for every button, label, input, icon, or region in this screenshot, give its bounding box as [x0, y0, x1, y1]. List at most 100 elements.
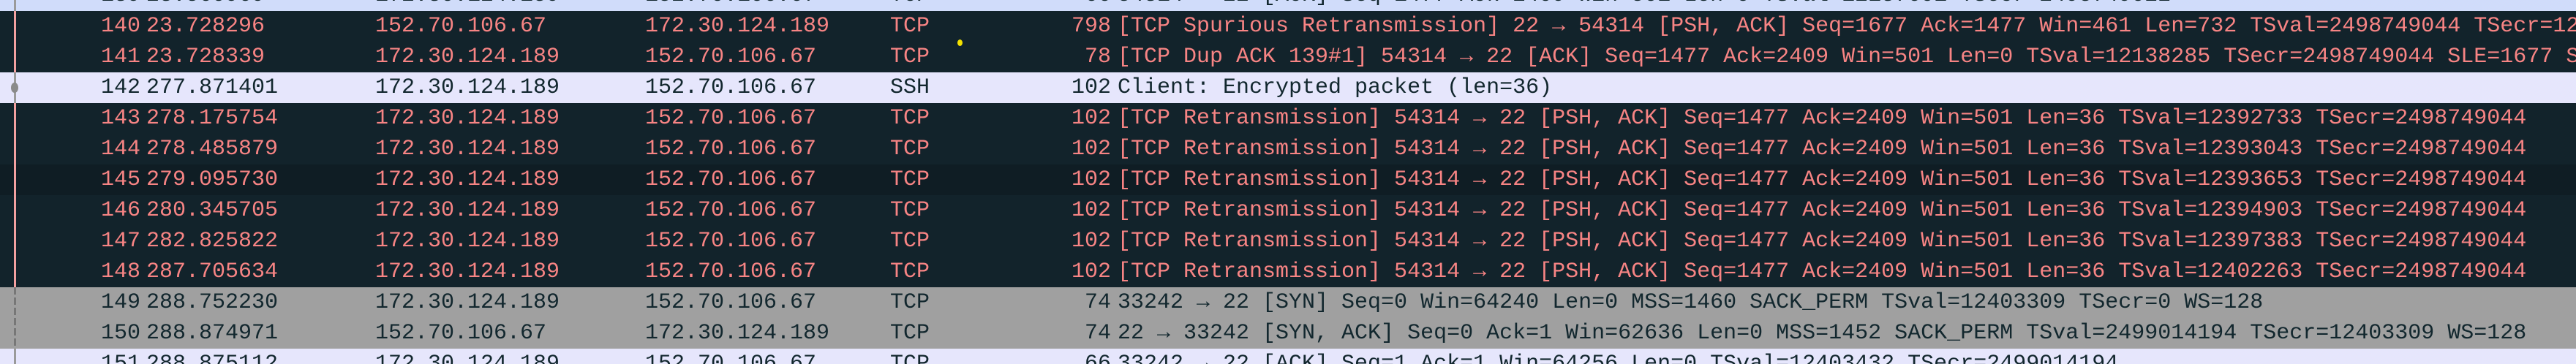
packet-protocol: TCP: [890, 45, 930, 69]
packet-destination: 172.30.124.189: [645, 321, 830, 346]
packet-source: 172.30.124.189: [375, 106, 560, 131]
packet-row[interactable]: 142 277.871401 172.30.124.189 152.70.106.67…: [0, 72, 2576, 103]
packet-protocol: TCP: [890, 259, 930, 284]
related-packet-line: [14, 349, 16, 364]
packet-row[interactable]: 139 23.560969 172.30.124.189 152.70.106.67 T…: [0, 0, 2576, 11]
packet-protocol: TCP: [890, 106, 930, 131]
packet-number: 151: [100, 352, 140, 364]
packet-time: 23.728339: [146, 45, 265, 69]
packet-info: [TCP Retransmission] 54314 → 22 [PSH, AC…: [1118, 198, 2527, 223]
packet-number: 142: [100, 75, 140, 100]
packet-protocol: TCP: [890, 0, 930, 11]
packet-destination: 152.70.106.67: [645, 137, 817, 162]
packet-number: 145: [100, 167, 140, 192]
packet-protocol: TCP: [890, 321, 930, 346]
packet-number: 148: [100, 259, 140, 284]
packet-length: 66: [1084, 352, 1111, 364]
packet-source: 172.30.124.189: [375, 137, 560, 162]
packet-info: 33242 → 22 [SYN] Seq=0 Win=64240 Len=0 M…: [1118, 290, 2264, 315]
related-packet-line: [14, 103, 16, 134]
packet-length: 78: [1084, 45, 1111, 69]
packet-info: [TCP Retransmission] 54314 → 22 [PSH, AC…: [1118, 106, 2527, 131]
packet-time: 278.175754: [146, 106, 279, 131]
packet-destination: 152.70.106.67: [645, 106, 817, 131]
packet-info: 54314 → 22 [ACK] Seq=1477 Ack=2409 Win=5…: [1118, 0, 2171, 11]
related-packet-marker-icon: [11, 83, 18, 93]
packet-number: 139: [101, 0, 140, 11]
packet-protocol: TCP: [890, 290, 930, 315]
packet-info: [TCP Dup ACK 139#1] 54314 → 22 [ACK] Seq…: [1118, 45, 2576, 69]
packet-time: 277.871401: [146, 75, 279, 100]
packet-number: 149: [100, 290, 140, 315]
related-packet-line: [14, 318, 16, 349]
packet-info: [TCP Spurious Retransmission] 22 → 54314…: [1118, 14, 2576, 39]
packet-destination: 152.70.106.67: [645, 290, 817, 315]
packet-destination: 172.30.124.189: [645, 14, 830, 39]
packet-time: 288.874971: [146, 321, 279, 346]
packet-number: 146: [100, 198, 140, 223]
related-packet-line: [14, 287, 16, 318]
related-packet-line: [14, 0, 16, 11]
packet-row[interactable]: 146 280.345705 172.30.124.189 152.70.106.67…: [0, 195, 2576, 226]
related-packet-line: [14, 195, 16, 226]
packet-destination: 152.70.106.67: [645, 45, 817, 69]
packet-source: 172.30.124.189: [375, 198, 560, 223]
packet-row[interactable]: 141 23.728339 172.30.124.189 152.70.106.67 T…: [0, 42, 2576, 72]
packet-length: 102: [1071, 229, 1111, 254]
packet-row[interactable]: 145 279.095730 172.30.124.189 152.70.106.67…: [0, 164, 2576, 195]
packet-destination: 152.70.106.67: [645, 0, 816, 11]
related-packet-line: [14, 164, 16, 195]
related-packet-line: [14, 11, 16, 42]
packet-length: 74: [1084, 321, 1111, 346]
related-packet-line: [14, 42, 16, 72]
packet-protocol: SSH: [890, 75, 930, 100]
packet-length: 798: [1071, 14, 1111, 39]
packet-number: 147: [100, 229, 140, 254]
packet-info: [TCP Retransmission] 54314 → 22 [PSH, AC…: [1118, 167, 2527, 192]
packet-time: 280.345705: [146, 198, 279, 223]
packet-length: 102: [1071, 198, 1111, 223]
packet-length: 66: [1085, 0, 1111, 11]
packet-row[interactable]: 147 282.825822 172.30.124.189 152.70.106.67…: [0, 226, 2576, 257]
related-packet-line: [14, 134, 16, 164]
packet-length: 102: [1071, 167, 1111, 192]
packet-list[interactable]: 139 23.560969 172.30.124.189 152.70.106.67 T…: [0, 0, 2576, 364]
packet-time: 23.560969: [146, 0, 265, 11]
packet-protocol: TCP: [890, 229, 930, 254]
packet-destination: 152.70.106.67: [645, 198, 817, 223]
packet-row[interactable]: 151 288.875112 172.30.124.189 152.70.106.67…: [0, 349, 2576, 364]
packet-protocol: TCP: [890, 167, 930, 192]
packet-source: 152.70.106.67: [375, 321, 547, 346]
packet-time: 23.728296: [146, 14, 265, 39]
packet-row[interactable]: 144 278.485879 172.30.124.189 152.70.106.67…: [0, 134, 2576, 164]
related-packet-line: [14, 226, 16, 257]
packet-time: 288.875112: [146, 352, 279, 364]
packet-row[interactable]: 150 288.874971 152.70.106.67 172.30.124.189…: [0, 318, 2576, 349]
packet-destination: 152.70.106.67: [645, 167, 817, 192]
packet-time: 287.705634: [146, 259, 279, 284]
packet-source: 172.30.124.189: [375, 75, 560, 100]
mouse-cursor-icon: [957, 39, 963, 46]
packet-source: 172.30.124.189: [375, 45, 560, 69]
packet-info: [TCP Retransmission] 54314 → 22 [PSH, AC…: [1118, 137, 2527, 162]
packet-source: 172.30.124.189: [375, 167, 560, 192]
packet-protocol: TCP: [890, 198, 930, 223]
packet-length: 102: [1071, 137, 1111, 162]
packet-row[interactable]: 149 288.752230 172.30.124.189 152.70.106.67…: [0, 287, 2576, 318]
packet-row[interactable]: 148 287.705634 172.30.124.189 152.70.106.67…: [0, 257, 2576, 287]
packet-row[interactable]: 143 278.175754 172.30.124.189 152.70.106.67…: [0, 103, 2576, 134]
packet-time: 279.095730: [146, 167, 279, 192]
packet-number: 143: [100, 106, 140, 131]
packet-source: 172.30.124.189: [375, 290, 560, 315]
packet-source: 172.30.124.189: [375, 259, 560, 284]
packet-info: [TCP Retransmission] 54314 → 22 [PSH, AC…: [1118, 229, 2527, 254]
packet-destination: 152.70.106.67: [645, 75, 817, 100]
packet-destination: 152.70.106.67: [645, 229, 817, 254]
packet-length: 102: [1071, 106, 1111, 131]
packet-row[interactable]: 140 23.728296 152.70.106.67 172.30.124.189 T…: [0, 11, 2576, 42]
packet-destination: 152.70.106.67: [645, 259, 817, 284]
packet-source: 172.30.124.189: [375, 352, 560, 364]
packet-source: 172.30.124.189: [375, 229, 560, 254]
packet-length: 102: [1071, 75, 1111, 100]
packet-destination: 152.70.106.67: [645, 352, 817, 364]
